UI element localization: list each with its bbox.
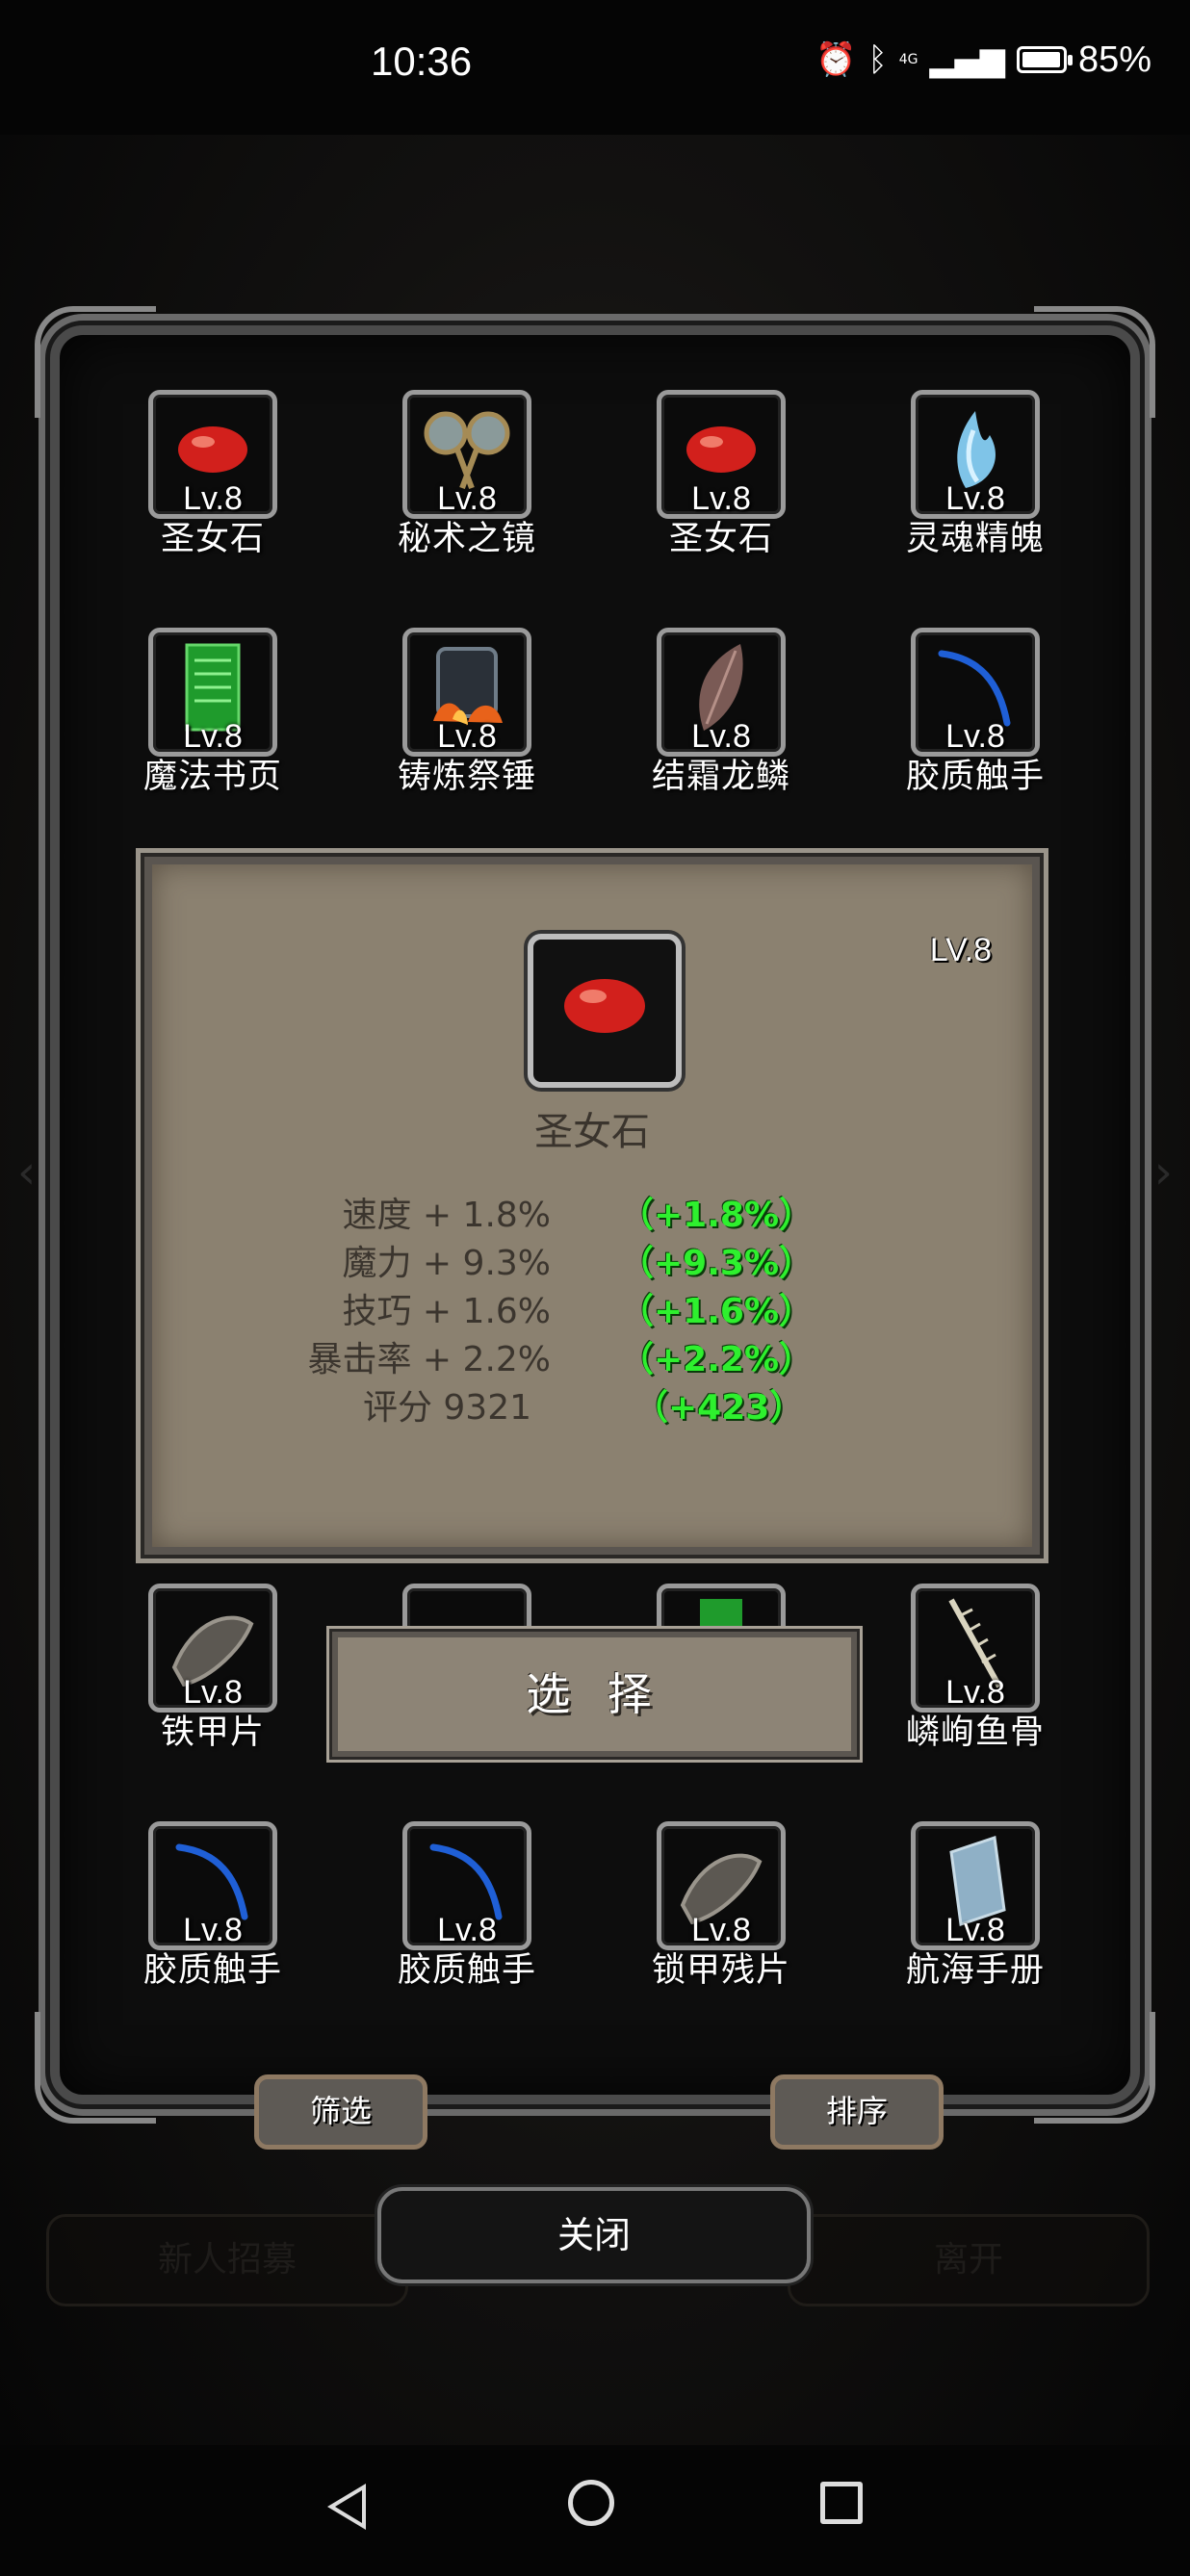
inventory-item[interactable]: Lv.8 铁甲片 [121,1584,304,1754]
stat-label: 魔力 + 9.3% [342,1244,551,1283]
item-slot: Lv.8 [911,1584,1040,1713]
red-gem-icon [564,979,645,1034]
item-detail-popup: LV.8 圣女石 速度 + 1.8% （+1.8%） 魔力 + 9.3% （+9… [144,857,1040,1555]
item-slot: Lv.8 [911,1821,1040,1950]
frame-corner-ornament [1034,2012,1155,2124]
inventory-item[interactable]: Lv.8 结霜龙鳞 [630,628,813,798]
bg-leave-button: 离开 [788,2214,1150,2306]
back-icon[interactable] [327,2484,366,2530]
detail-stats: 速度 + 1.8% （+1.8%） 魔力 + 9.3% （+9.3%） 技巧 +… [152,1187,1032,1428]
bluetooth-icon: ᛒ [867,40,888,79]
item-level: Lv.8 [183,480,243,517]
stat-row: 魔力 + 9.3% （+9.3%） [152,1235,1032,1283]
stat-label: 速度 + 1.8% [342,1196,551,1235]
stat-row: 暴击率 + 2.2% （+2.2%） [152,1331,1032,1379]
status-icons: ⏰ ᛒ 4G ▂▄▆ 85% [815,39,1151,80]
close-button[interactable]: 关闭 [377,2187,811,2283]
inventory-item[interactable]: Lv.8 圣女石 [121,390,304,560]
item-level: Lv.8 [691,480,751,517]
signal-icon: ▂▄▆ [929,40,1005,79]
red-gem-icon [686,426,756,474]
inventory-item[interactable]: Lv.8 锁甲残片 [630,1821,813,1992]
item-slot: Lv.8 [402,390,531,519]
recent-apps-icon[interactable] [820,2482,863,2524]
detail-item-slot [528,934,682,1088]
stat-row: 技巧 + 1.6% （+1.6%） [152,1283,1032,1331]
item-level: Lv.8 [945,718,1005,755]
stat-label: 暴击率 + 2.2% [307,1340,551,1379]
alarm-icon: ⏰ [815,40,857,79]
item-slot: Lv.8 [657,390,786,519]
red-gem-icon [178,426,247,474]
detail-item-name: 圣女石 [534,1110,650,1154]
item-level: Lv.8 [437,480,497,517]
item-slot: Lv.8 [148,1821,277,1950]
item-slot: Lv.8 [657,628,786,757]
stat-bonus: （+1.6%） [619,1292,815,1331]
battery-percent: 85% [1077,39,1151,80]
signal-type-label: 4G [898,52,918,67]
inventory-item[interactable]: Lv.8 魔法书页 [121,628,304,798]
system-nav-bar [0,2445,1190,2576]
inventory-item[interactable]: Lv.8 灵魂精魄 [884,390,1067,560]
item-slot: Lv.8 [402,1821,531,1950]
status-bar: 10:36 ⏰ ᛒ 4G ▂▄▆ 85% [0,0,1190,135]
item-slot: Lv.8 [148,1584,277,1713]
inventory-item[interactable]: Lv.8 胶质触手 [375,1821,558,1992]
bg-recruit-button: 新人招募 [46,2214,408,2306]
stat-bonus: （+2.2%） [619,1340,815,1379]
item-slot: Lv.8 [911,628,1040,757]
item-level: Lv.8 [945,1912,1005,1948]
stat-bonus: （+1.8%） [619,1196,815,1235]
item-slot: Lv.8 [402,628,531,757]
sort-button[interactable]: 排序 [770,2074,944,2150]
stat-label: 评分 9321 [362,1388,531,1428]
status-time: 10:36 [371,39,473,84]
item-level: Lv.8 [691,718,751,755]
detail-level: LV.8 [929,932,992,968]
item-level: Lv.8 [437,718,497,755]
filter-button[interactable]: 筛选 [254,2074,427,2150]
book-page-icon [700,1599,742,1631]
item-level: Lv.8 [437,1912,497,1948]
item-level: Lv.8 [945,480,1005,517]
right-arrow-icon: › [1153,1146,1173,1199]
stat-bonus: （+423） [634,1388,805,1428]
battery-icon [1016,46,1073,73]
item-level: Lv.8 [183,1674,243,1711]
stat-label: 技巧 + 1.6% [342,1292,551,1331]
inventory-item[interactable]: Lv.8 秘术之镜 [375,390,558,560]
inventory-item[interactable]: Lv.8 胶质触手 [121,1821,304,1992]
stat-row: 速度 + 1.8% （+1.8%） [152,1187,1032,1235]
item-slot: Lv.8 [148,628,277,757]
item-slot: Lv.8 [657,1821,786,1950]
home-icon[interactable] [568,2480,614,2526]
item-level: Lv.8 [691,1912,751,1948]
select-button[interactable]: 选 择 [332,1632,857,1757]
inventory-item[interactable]: Lv.8 铸炼祭锤 [375,628,558,798]
inventory-item[interactable]: Lv.8 圣女石 [630,390,813,560]
item-slot: Lv.8 [148,390,277,519]
stat-row: 评分 9321 （+423） [152,1379,1032,1428]
frame-corner-ornament [35,2012,156,2124]
inventory-item[interactable]: Lv.8 胶质触手 [884,628,1067,798]
item-level: Lv.8 [183,1912,243,1948]
inventory-item[interactable]: Lv.8 航海手册 [884,1821,1067,1992]
item-slot: Lv.8 [911,390,1040,519]
stat-bonus: （+9.3%） [619,1244,815,1283]
inventory-item[interactable]: Lv.8 嶙峋鱼骨 [884,1584,1067,1754]
item-level: Lv.8 [183,718,243,755]
item-level: Lv.8 [945,1674,1005,1711]
left-arrow-icon: ‹ [17,1146,37,1199]
